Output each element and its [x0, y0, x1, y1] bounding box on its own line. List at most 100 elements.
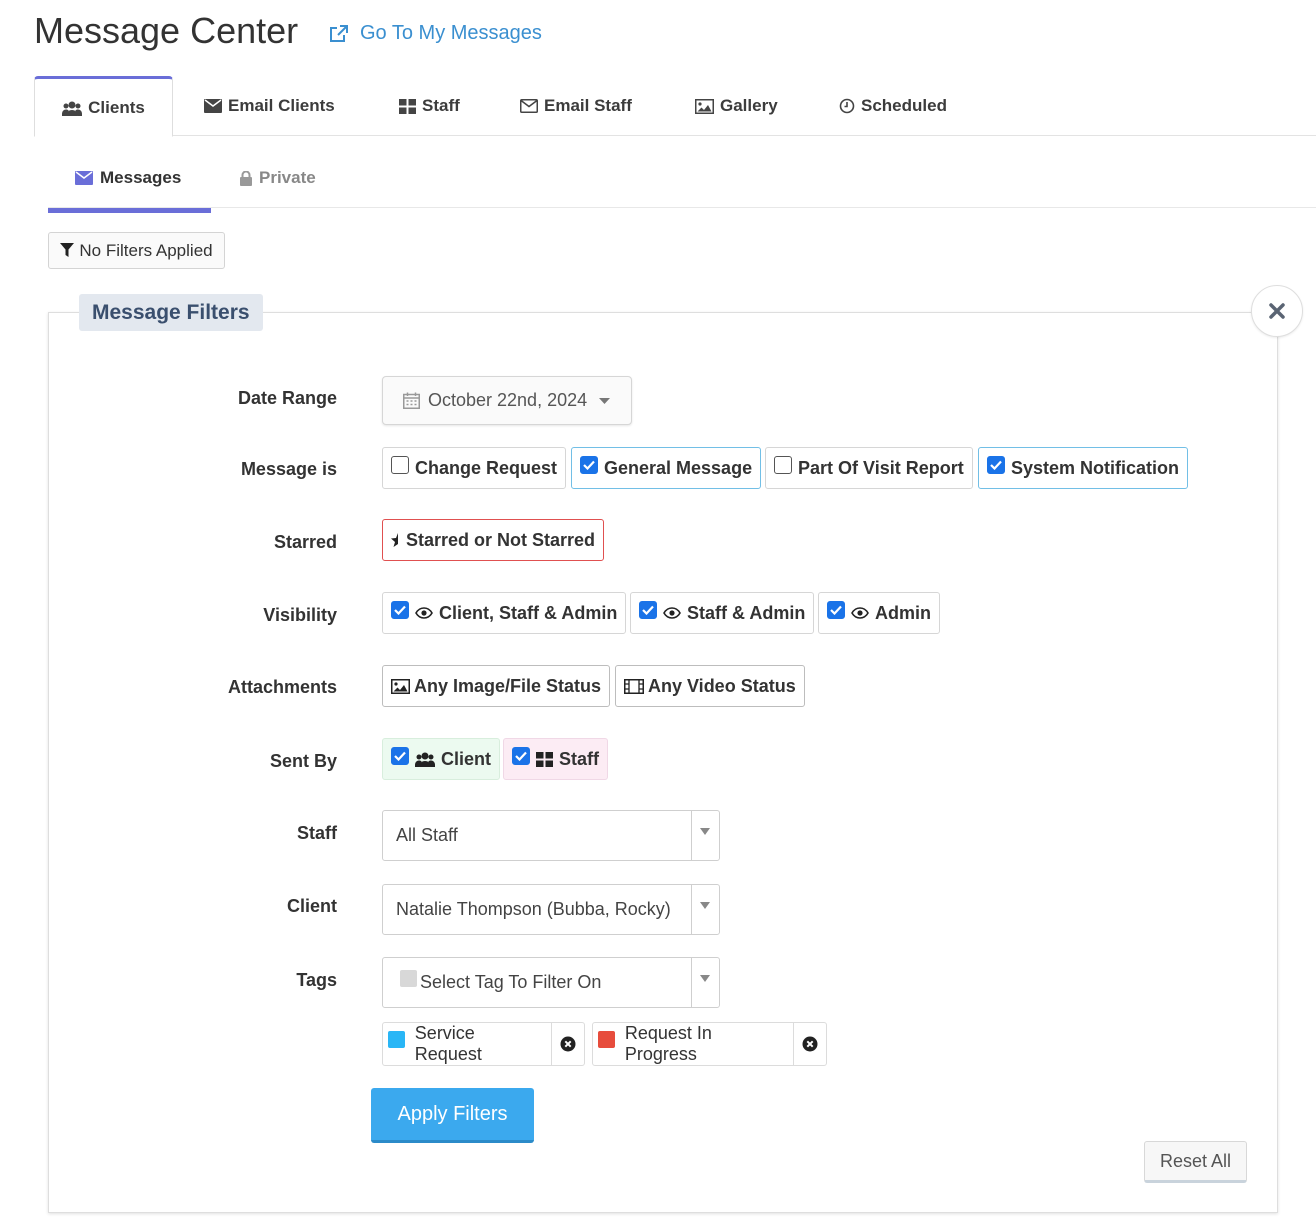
attachments-video-status[interactable]: Any Video Status: [615, 665, 805, 707]
checkbox-checked[interactable]: [987, 456, 1005, 474]
tag-body: Request In Progress: [593, 1023, 793, 1065]
tab-label: Email Clients: [228, 96, 335, 115]
date-range-value: October 22nd, 2024: [428, 390, 588, 410]
lock-icon: [240, 170, 252, 186]
sent-by-staff[interactable]: Staff: [503, 738, 608, 780]
date-range-picker[interactable]: October 22nd, 2024: [382, 376, 632, 425]
message-type-label: Change Request: [415, 457, 558, 478]
users-icon: [62, 100, 83, 116]
subtabs-divider: [48, 207, 1316, 208]
remove-tag-button[interactable]: [551, 1023, 584, 1065]
tab-staff[interactable]: Staff: [399, 76, 460, 136]
tab-label: Scheduled: [861, 96, 947, 115]
sent-by-client[interactable]: Client: [382, 738, 501, 780]
remove-tag-button[interactable]: [793, 1023, 826, 1065]
select-divider: [691, 811, 692, 860]
tab-label: Email Staff: [544, 96, 632, 115]
subtab-label: Messages: [100, 168, 182, 187]
visibility-admin[interactable]: Admin: [818, 592, 940, 634]
chevron-down-icon: [599, 397, 611, 404]
checkbox-checked[interactable]: [391, 747, 409, 765]
tags-select[interactable]: Select Tag To Filter On: [382, 957, 720, 1008]
go-to-my-messages-link[interactable]: Go To My Messages: [328, 22, 542, 45]
staff-label: Staff: [297, 823, 337, 843]
subtab-label: Private: [259, 168, 316, 187]
tab-label: Gallery: [720, 96, 778, 115]
eye-icon: [663, 607, 681, 619]
tags-label: Tags: [296, 970, 337, 990]
tag-label: Service Request: [414, 1023, 482, 1064]
attachment-option-label: Any Video Status: [648, 675, 796, 696]
filter-status-label: No Filters Applied: [79, 240, 213, 260]
tab-email-clients[interactable]: Email Clients: [204, 76, 335, 136]
envelope-icon: [204, 99, 222, 113]
tags-placeholder-text: Select Tag To Filter On: [420, 972, 602, 992]
tab-email-staff[interactable]: Email Staff: [520, 76, 632, 136]
grid-icon: [399, 98, 416, 114]
active-subtab-indicator: [48, 208, 211, 213]
message-type-label: Part Of Visit Report: [798, 457, 964, 478]
tab-scheduled[interactable]: Scheduled: [839, 76, 947, 136]
checkbox-checked[interactable]: [512, 747, 530, 765]
subtab-private[interactable]: Private: [240, 160, 316, 196]
envelope-outline-icon: [520, 99, 538, 113]
visibility-option-label: Client, Staff & Admin: [439, 602, 618, 623]
eye-icon: [415, 607, 433, 619]
message-type-general-message[interactable]: General Message: [571, 447, 762, 489]
starred-toggle[interactable]: Starred or Not Starred: [382, 519, 605, 561]
visibility-label: Visibility: [263, 605, 337, 625]
checkbox[interactable]: [774, 456, 792, 474]
staff-select-value: All Staff: [396, 825, 458, 845]
selected-tag-request-in-progress: Request In Progress: [592, 1022, 827, 1066]
image-icon: [695, 98, 714, 114]
eye-icon: [851, 607, 869, 619]
message-is-label: Message is: [240, 459, 337, 479]
tag-color-swatch: [388, 1030, 405, 1048]
tab-clients[interactable]: Clients: [34, 76, 173, 137]
attachment-option-label: Any Image/File Status: [414, 675, 602, 696]
external-link-icon: [328, 24, 350, 44]
tab-gallery[interactable]: Gallery: [695, 76, 778, 136]
subtab-messages[interactable]: Messages: [75, 160, 181, 196]
starred-value: Starred or Not Starred: [406, 529, 596, 550]
visibility-option-label: Staff & Admin: [687, 602, 806, 623]
message-filters-title: Message Filters: [79, 294, 263, 331]
apply-filters-button[interactable]: Apply Filters: [371, 1088, 534, 1143]
starred-label: Starred: [273, 532, 337, 552]
filter-status-button[interactable]: No Filters Applied: [48, 232, 225, 269]
half-star-icon: [390, 532, 402, 548]
close-circle-icon: [802, 1036, 818, 1052]
tag-color-swatch: [598, 1030, 615, 1048]
message-type-system-notification[interactable]: System Notification: [978, 447, 1189, 489]
message-type-change-request[interactable]: Change Request: [382, 447, 567, 489]
staff-select[interactable]: All Staff: [382, 810, 720, 861]
checkbox-checked[interactable]: [639, 601, 657, 619]
envelope-icon: [75, 171, 93, 185]
message-type-label: General Message: [604, 457, 753, 478]
grid-icon: [536, 751, 553, 767]
selected-tag-service-request: Service Request: [382, 1022, 585, 1066]
reset-all-button[interactable]: Reset All: [1144, 1141, 1247, 1183]
checkbox[interactable]: [391, 456, 409, 474]
chevron-down-icon: [700, 902, 710, 909]
visibility-client-staff-admin[interactable]: Client, Staff & Admin: [382, 592, 627, 634]
close-icon: [1269, 303, 1285, 319]
go-to-my-messages-label: Go To My Messages: [360, 22, 542, 44]
clock-icon: [839, 98, 855, 114]
checkbox-checked[interactable]: [391, 601, 409, 619]
chevron-down-icon: [700, 828, 710, 835]
checkbox-checked[interactable]: [580, 456, 598, 474]
message-type-part-of-visit-report[interactable]: Part Of Visit Report: [765, 447, 973, 489]
tag-body: Service Request: [383, 1023, 551, 1065]
attachments-image-file-status[interactable]: Any Image/File Status: [382, 665, 611, 707]
visibility-staff-admin[interactable]: Staff & Admin: [630, 592, 815, 634]
tag-label: Request In Progress: [624, 1023, 712, 1064]
checkbox-checked[interactable]: [827, 601, 845, 619]
attachments-label: Attachments: [227, 677, 337, 697]
visibility-option-label: Admin: [875, 602, 931, 623]
page-title: Message Center: [34, 10, 299, 51]
chevron-down-icon: [700, 975, 710, 982]
close-button[interactable]: [1251, 285, 1303, 337]
client-select[interactable]: Natalie Thompson (Bubba, Rocky): [382, 884, 720, 935]
filter-icon: [60, 243, 75, 258]
